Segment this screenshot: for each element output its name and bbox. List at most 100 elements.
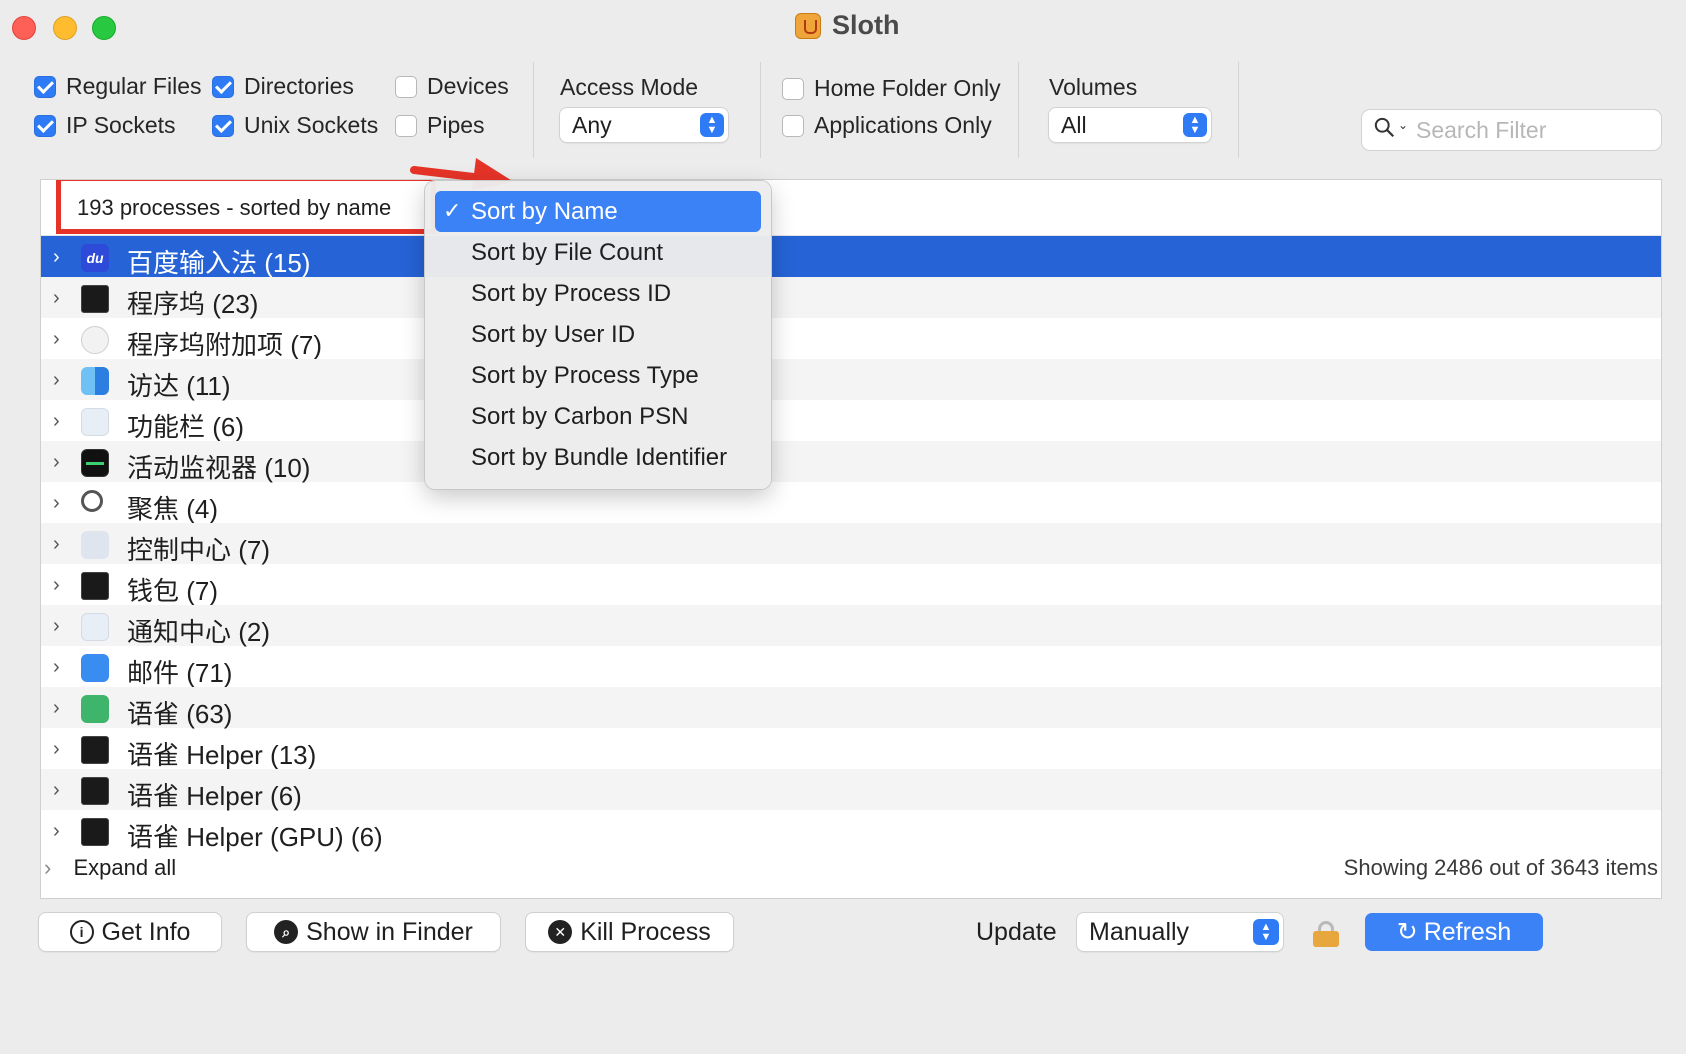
table-row[interactable]: › 邮件 (71)	[41, 646, 1661, 688]
kill-process-button[interactable]: ✕ Kill Process	[526, 913, 733, 951]
checkbox-label: IP Sockets	[66, 112, 176, 138]
shield-icon	[81, 326, 109, 354]
magnifier-icon	[81, 490, 103, 512]
checkbox-box[interactable]	[395, 75, 417, 98]
table-row[interactable]: › 聚焦 (4)	[41, 482, 1661, 524]
checkbox-box[interactable]	[782, 77, 804, 100]
process-outline-view[interactable]: 193 processes - sorted by name › du 百度输入法 …	[40, 179, 1662, 899]
toolbar-divider	[533, 62, 534, 158]
checkbox-ip-sockets[interactable]: IP Sockets	[34, 112, 176, 139]
search-placeholder: Search Filter	[1416, 117, 1547, 143]
checkbox-box[interactable]	[212, 114, 234, 137]
show-in-finder-label: Show in Finder	[306, 917, 473, 946]
checkbox-box[interactable]	[34, 114, 56, 137]
checkbox-label: Home Folder Only	[814, 75, 1001, 101]
sort-menu-item-label: Sort by File Count	[471, 239, 664, 266]
disclosure-chevron-icon[interactable]: ›	[53, 738, 60, 761]
table-row[interactable]: › 功能栏 (6)	[41, 400, 1661, 442]
access-mode-value: Any	[572, 112, 612, 138]
search-icon	[1374, 117, 1395, 138]
checkbox-box[interactable]	[395, 114, 417, 137]
table-row[interactable]: › 活动监视器 (10)	[41, 441, 1661, 483]
disclosure-chevron-icon[interactable]: ›	[53, 369, 60, 392]
checkbox-unix-sockets[interactable]: Unix Sockets	[212, 112, 378, 139]
table-row[interactable]: › 钱包 (7)	[41, 564, 1661, 606]
update-label: Update	[976, 918, 1057, 946]
update-frequency-popup[interactable]: Manually ▲ ▼	[1077, 913, 1283, 951]
disclosure-chevron-icon[interactable]: ›	[53, 820, 60, 843]
terminal-icon	[81, 777, 109, 805]
disclosure-chevron-icon[interactable]: ›	[53, 451, 60, 474]
table-row[interactable]: › 程序坞附加项 (7)	[41, 318, 1661, 360]
disclosure-chevron-icon[interactable]: ›	[53, 574, 60, 597]
disclosure-chevron-icon[interactable]: ›	[53, 246, 60, 269]
toolbar-divider	[1238, 62, 1239, 158]
table-row[interactable]: › 语雀 Helper (13)	[41, 728, 1661, 770]
disclosure-chevron-icon[interactable]: ›	[53, 697, 60, 720]
checkbox-directories[interactable]: Directories	[212, 73, 354, 100]
get-info-button[interactable]: i Get Info	[39, 913, 221, 951]
table-row[interactable]: › 程序坞 (23)	[41, 277, 1661, 319]
terminal-icon	[81, 572, 109, 600]
sort-menu-item[interactable]: Sort by Carbon PSN	[435, 396, 761, 437]
disclosure-chevron-icon[interactable]: ›	[53, 492, 60, 515]
refresh-label: Refresh	[1423, 917, 1512, 946]
disclosure-chevron-icon[interactable]: ›	[53, 410, 60, 433]
close-icon: ✕	[548, 920, 573, 944]
table-row[interactable]: › 控制中心 (7)	[41, 523, 1661, 565]
disclosure-chevron-icon[interactable]: ›	[53, 533, 60, 556]
toolbar-divider	[1018, 62, 1019, 158]
access-mode-popup[interactable]: Any ▲ ▼	[560, 108, 728, 142]
search-field[interactable]: ⌄ Search Filter	[1362, 110, 1661, 150]
sort-menu-item[interactable]: ✓ Sort by Name	[435, 191, 761, 232]
table-row[interactable]: › du 百度输入法 (15)	[41, 236, 1661, 278]
checkbox-box[interactable]	[782, 114, 804, 137]
terminal-icon	[81, 285, 109, 313]
chevron-right-icon: ›	[44, 855, 52, 880]
disclosure-chevron-icon[interactable]: ›	[53, 615, 60, 638]
sort-menu-item[interactable]: Sort by Process ID	[435, 273, 761, 314]
sort-menu-item[interactable]: Sort by User ID	[435, 314, 761, 355]
table-row[interactable]: › 语雀 Helper (6)	[41, 769, 1661, 811]
sort-menu-item[interactable]: Sort by Process Type	[435, 355, 761, 396]
table-row[interactable]: › 通知中心 (2)	[41, 605, 1661, 647]
update-frequency-value: Manually	[1089, 918, 1190, 946]
zoom-window-button[interactable]	[92, 16, 116, 40]
checkbox-devices[interactable]: Devices	[395, 73, 509, 100]
table-row[interactable]: › 访达 (11)	[41, 359, 1661, 401]
disclosure-chevron-icon[interactable]: ›	[53, 287, 60, 310]
lock-icon[interactable]	[1313, 921, 1339, 947]
show-in-finder-button[interactable]: ⌕ Show in Finder	[247, 913, 500, 951]
volumes-label: Volumes	[1049, 74, 1138, 100]
minimize-window-button[interactable]	[53, 16, 77, 40]
checkbox-pipes[interactable]: Pipes	[395, 112, 485, 139]
sort-menu-item[interactable]: Sort by File Count	[435, 232, 761, 273]
disclosure-chevron-icon[interactable]: ›	[53, 328, 60, 351]
checkbox-label: Unix Sockets	[244, 112, 379, 138]
grid-icon	[81, 408, 109, 436]
disclosure-chevron-icon[interactable]: ›	[53, 779, 60, 802]
checkbox-applications-only[interactable]: Applications Only	[782, 112, 992, 139]
sort-menu-item[interactable]: Sort by Bundle Identifier	[435, 437, 761, 478]
sort-menu[interactable]: ✓ Sort by Name Sort by File Count Sort by P…	[425, 181, 771, 489]
table-row[interactable]: › 语雀 Helper (GPU) (6)	[41, 810, 1661, 852]
checkbox-box[interactable]	[212, 75, 234, 98]
checkbox-box[interactable]	[34, 75, 56, 98]
refresh-button[interactable]: ↻ Refresh	[1365, 913, 1543, 951]
control-center-icon	[81, 531, 109, 559]
table-row[interactable]: › 语雀 (63)	[41, 687, 1661, 729]
magnifier-icon: ⌕	[274, 920, 299, 944]
process-name: 语雀 Helper (13)	[127, 740, 317, 770]
sort-menu-item-label: Sort by User ID	[471, 321, 636, 348]
process-name: 通知中心 (2)	[127, 617, 271, 647]
process-name: 程序坞附加项 (7)	[127, 330, 323, 360]
toolbar-divider	[760, 62, 761, 158]
close-window-button[interactable]	[12, 16, 36, 40]
volumes-popup[interactable]: All ▲ ▼	[1049, 108, 1211, 142]
annotation-highlight-box	[56, 180, 436, 234]
disclosure-chevron-icon[interactable]: ›	[53, 656, 60, 679]
checkbox-home-folder-only[interactable]: Home Folder Only	[782, 75, 1001, 102]
process-name: 聚焦 (4)	[127, 494, 219, 524]
checkbox-regular-files[interactable]: Regular Files	[34, 73, 202, 100]
expand-all-toggle[interactable]: › Expand all	[44, 855, 176, 881]
